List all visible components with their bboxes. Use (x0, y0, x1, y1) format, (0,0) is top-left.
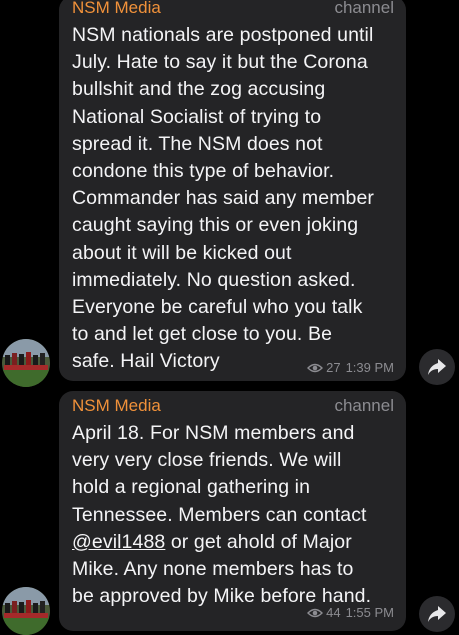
text-line: July. Hate to say it but the Corona (72, 51, 368, 74)
chat-type-label: channel (334, 0, 394, 17)
text-line: condone this type of behavior. (72, 160, 335, 183)
text-line: immediately. No question asked. (72, 268, 356, 291)
group-photo-avatar-icon[interactable] (2, 339, 50, 387)
views-eye-icon (307, 608, 324, 617)
text-line: Tennessee. Members can contact (72, 503, 367, 526)
message-bubble[interactable]: NSM Media channel April 18. For NSM memb… (59, 391, 406, 631)
message-2: NSM Media channel April 18. For NSM memb… (0, 391, 459, 635)
message-bubble[interactable]: NSM Media channel NSM nationals are post… (59, 0, 406, 381)
text-line: hold a regional gathering in (72, 476, 311, 499)
text-line: @evil1488 or get ahold of Major (72, 529, 386, 556)
text-line: to and let get close to you. Be (72, 323, 333, 346)
message-meta: 44 1:55 PM (307, 605, 394, 620)
text-line: Mike. Any none members has to (72, 558, 354, 581)
message-text: April 18. For NSM members and very very … (72, 420, 394, 610)
text-line: Everyone be careful who you talk (72, 296, 363, 319)
text-line: NSM nationals are postponed until (72, 24, 374, 46)
share-arrow-icon (428, 606, 446, 622)
sender-name[interactable]: NSM Media (72, 0, 161, 20)
text-line: April 18. For NSM members and (72, 422, 355, 444)
text-line: National Socialist of trying to (72, 105, 322, 128)
chat-type-label: channel (334, 396, 394, 415)
text-fragment: or get ahold of Major (165, 530, 352, 553)
view-count: 44 (326, 605, 341, 620)
view-count: 27 (326, 360, 341, 375)
group-photo-avatar-icon[interactable] (2, 587, 50, 635)
message-header: NSM Media channel (72, 0, 394, 22)
share-arrow-icon (428, 359, 446, 375)
text-line: caught saying this or even joking (72, 214, 359, 237)
message-text: NSM nationals are postponed until July. … (72, 22, 394, 376)
text-line: Commander has said any member (72, 187, 375, 210)
sender-name[interactable]: NSM Media (72, 394, 161, 418)
message-1: NSM Media channel NSM nationals are post… (0, 0, 459, 387)
text-line: about it will be kicked out (72, 241, 292, 264)
message-time: 1:39 PM (345, 360, 394, 375)
message-time: 1:55 PM (345, 605, 394, 620)
text-line: bullshit and the zog accusing (72, 78, 326, 101)
share-button[interactable] (419, 596, 455, 632)
text-line: spread it. The NSM does not (72, 132, 323, 155)
share-button[interactable] (419, 349, 455, 385)
text-line: very very close friends. We will (72, 449, 342, 472)
username-mention-link[interactable]: @evil1488 (72, 531, 165, 553)
message-meta: 27 1:39 PM (307, 360, 394, 375)
views-eye-icon (307, 363, 324, 372)
message-header: NSM Media channel (72, 394, 394, 420)
